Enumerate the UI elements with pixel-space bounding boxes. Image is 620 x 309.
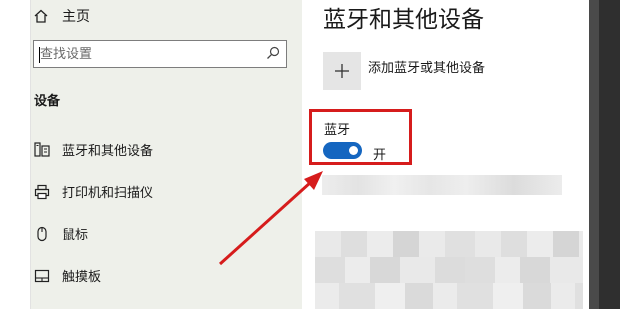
annotation-arrow xyxy=(218,171,323,266)
